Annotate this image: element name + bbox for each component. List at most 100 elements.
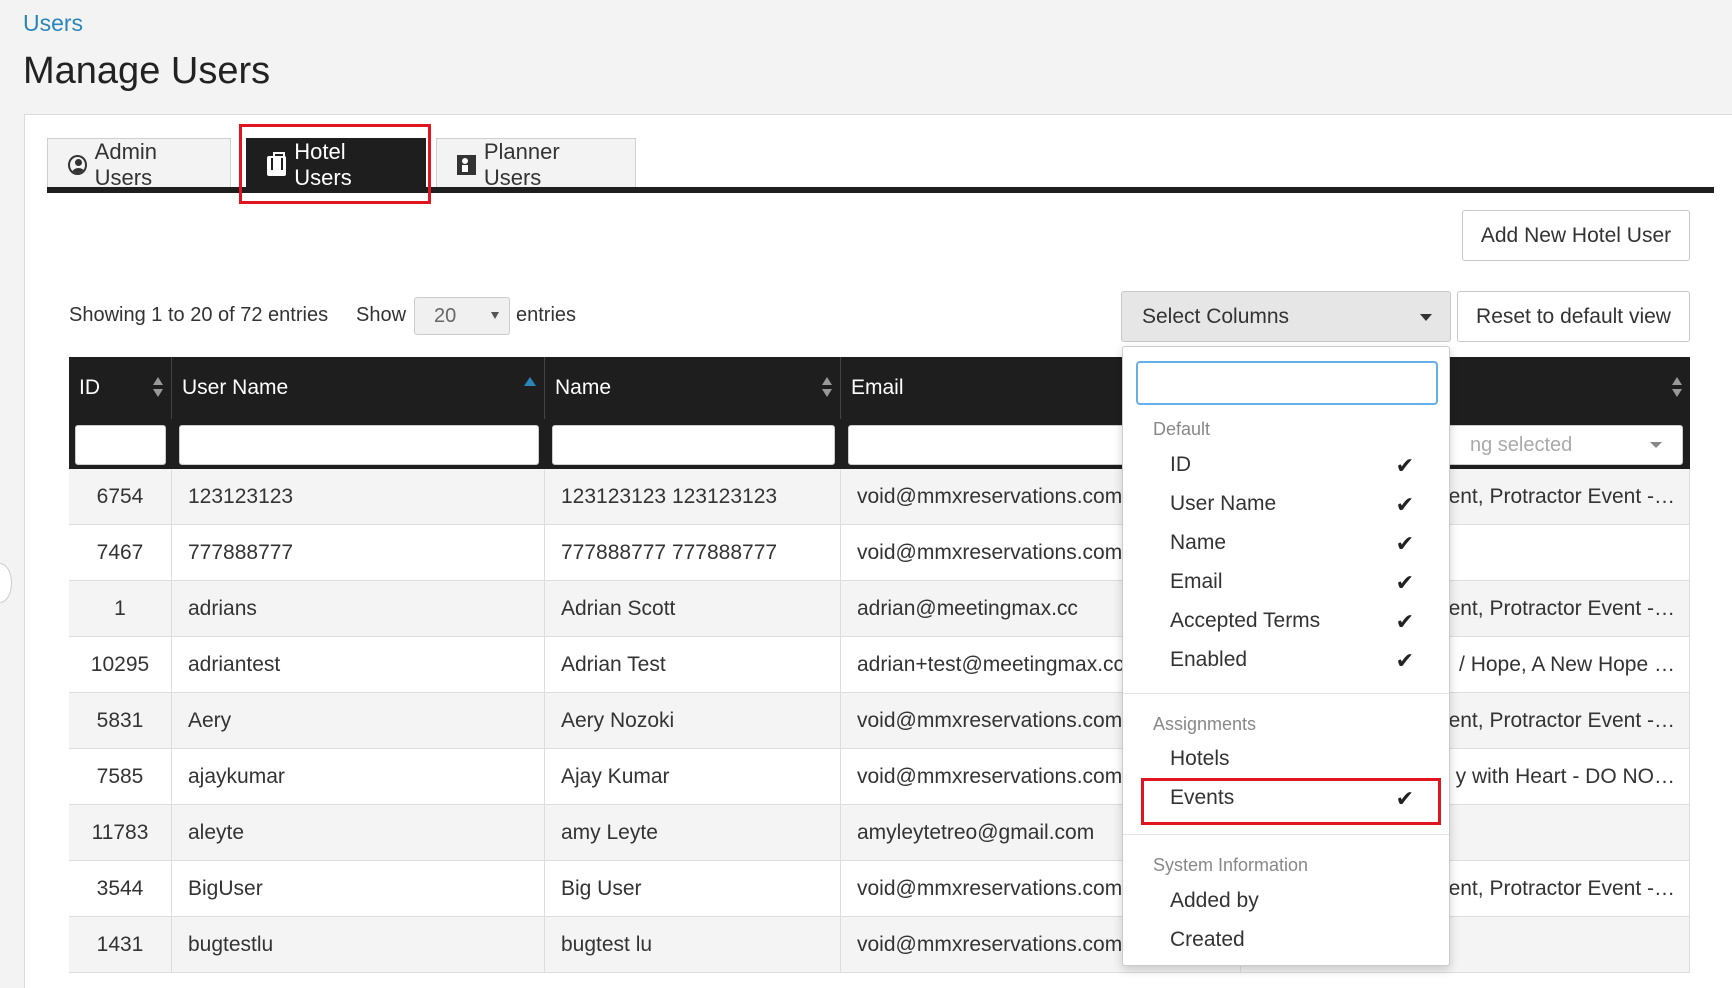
sort-icon: [153, 377, 163, 399]
tab-label: Hotel Users: [294, 138, 352, 190]
page-size-value: 20: [434, 304, 457, 327]
select-columns-menu: Default ID ✔ User Name ✔ Name ✔ Email ✔ Acce…: [1122, 346, 1450, 966]
column-option-username[interactable]: User Name ✔: [1170, 486, 1430, 522]
sort-icon: [822, 377, 832, 399]
filter-id-input[interactable]: [75, 425, 166, 465]
cell-username: 123123123: [172, 469, 545, 525]
tab-planner-users[interactable]: Planner Users: [436, 138, 636, 190]
tab-admin-users[interactable]: Admin Users: [47, 138, 231, 190]
column-option-enabled[interactable]: Enabled ✔: [1170, 642, 1430, 678]
sort-ascending-icon: [524, 377, 536, 387]
caret-down-icon: [1420, 314, 1432, 321]
column-header-events[interactable]: [1450, 357, 1690, 419]
cell-name: 777888777 777888777: [545, 525, 841, 581]
cell-events: y with Heart - DO NO…: [1450, 749, 1690, 805]
cell-name: Adrian Test: [545, 637, 841, 693]
cell-username: adriantest: [172, 637, 545, 693]
show-label: Show: [356, 304, 407, 326]
column-option-created[interactable]: Created: [1170, 922, 1430, 958]
reset-default-view-button[interactable]: Reset to default view: [1457, 291, 1690, 342]
cell-id: 3544: [69, 861, 172, 917]
tab-label: Planner Users: [483, 138, 560, 190]
cell-id: 7585: [69, 749, 172, 805]
tab-underline: [47, 187, 1714, 193]
cell-name: bugtest lu: [545, 917, 841, 973]
cell-id: 1431: [69, 917, 172, 973]
cell-events: [1450, 917, 1690, 973]
filter-name-input[interactable]: [552, 425, 835, 465]
filter-events-placeholder: ng selected: [1470, 433, 1573, 456]
column-option-id[interactable]: ID ✔: [1170, 447, 1430, 483]
filter-events-select[interactable]: ng selected: [1409, 425, 1683, 465]
cell-id: 11783: [69, 805, 172, 861]
column-header-label: Name: [555, 376, 612, 399]
check-icon: ✔: [1395, 609, 1414, 634]
cell-events: ent, Protractor Event -…: [1450, 469, 1690, 525]
cell-events: ent, Protractor Event -…: [1450, 581, 1690, 637]
sort-icon: [1672, 377, 1682, 399]
cell-username: 777888777: [172, 525, 545, 581]
column-search-input[interactable]: [1136, 361, 1438, 405]
column-header-name[interactable]: Name: [545, 357, 841, 419]
breadcrumb[interactable]: Users: [23, 10, 83, 37]
cell-events: ent, Protractor Event -…: [1450, 861, 1690, 917]
column-option-events[interactable]: Events ✔: [1170, 780, 1430, 816]
column-header-id[interactable]: ID: [69, 357, 172, 419]
column-header-label: ID: [79, 376, 100, 399]
column-option-hotels[interactable]: Hotels: [1170, 741, 1430, 777]
cell-events: [1450, 525, 1690, 581]
group-label-system: System Information: [1153, 855, 1309, 875]
page-size-select[interactable]: 20: [414, 297, 510, 335]
add-new-hotel-user-button[interactable]: Add New Hotel User: [1462, 210, 1690, 261]
column-option-email[interactable]: Email ✔: [1170, 564, 1430, 600]
cell-name: 123123123 123123123: [545, 469, 841, 525]
group-label-default: Default: [1153, 419, 1211, 439]
cell-name: Ajay Kumar: [545, 749, 841, 805]
id-badge-icon: [457, 154, 476, 175]
cell-id: 7467: [69, 525, 172, 581]
select-columns-button[interactable]: Select Columns: [1121, 291, 1451, 342]
cell-id: 10295: [69, 637, 172, 693]
filter-username-input[interactable]: [179, 425, 539, 465]
cell-username: aleyte: [172, 805, 545, 861]
cell-id: 5831: [69, 693, 172, 749]
cell-events: ent, Protractor Event -…: [1450, 693, 1690, 749]
group-label-assignments: Assignments: [1153, 714, 1257, 734]
sidebar-toggle-handle[interactable]: [0, 563, 12, 603]
column-option-accepted-terms[interactable]: Accepted Terms ✔: [1170, 603, 1430, 639]
entries-label: entries: [516, 304, 577, 326]
cell-username: BigUser: [172, 861, 545, 917]
cell-username: ajaykumar: [172, 749, 545, 805]
tab-label: Admin Users: [94, 138, 158, 190]
cell-id: 1: [69, 581, 172, 637]
check-icon: ✔: [1395, 531, 1414, 556]
chevron-down-icon: [491, 312, 499, 319]
column-option-name[interactable]: Name ✔: [1170, 525, 1430, 561]
cell-id: 6754: [69, 469, 172, 525]
cell-username: bugtestlu: [172, 917, 545, 973]
cell-events: / Hope, A New Hope …: [1450, 637, 1690, 693]
tab-hotel-users[interactable]: Hotel Users: [246, 138, 426, 190]
user-circle-icon: [68, 154, 87, 175]
check-icon: ✔: [1395, 786, 1414, 811]
menu-divider: [1123, 693, 1449, 694]
cell-name: amy Leyte: [545, 805, 841, 861]
cell-name: Aery Nozoki: [545, 693, 841, 749]
chevron-down-icon: [1650, 442, 1662, 448]
check-icon: ✔: [1395, 648, 1414, 673]
column-header-label: User Name: [182, 376, 289, 399]
page-title: Manage Users: [23, 50, 271, 92]
entries-info: Showing 1 to 20 of 72 entries: [69, 304, 329, 326]
briefcase-icon: [267, 152, 287, 176]
check-icon: ✔: [1395, 453, 1414, 478]
check-icon: ✔: [1395, 492, 1414, 517]
cell-username: Aery: [172, 693, 545, 749]
check-icon: ✔: [1395, 570, 1414, 595]
column-option-added-by[interactable]: Added by: [1170, 883, 1430, 919]
column-header-label: Email: [851, 376, 904, 399]
cell-events: [1450, 805, 1690, 861]
cell-name: Adrian Scott: [545, 581, 841, 637]
cell-username: adrians: [172, 581, 545, 637]
select-columns-label: Select Columns: [1142, 304, 1290, 328]
column-header-username[interactable]: User Name: [172, 357, 545, 419]
